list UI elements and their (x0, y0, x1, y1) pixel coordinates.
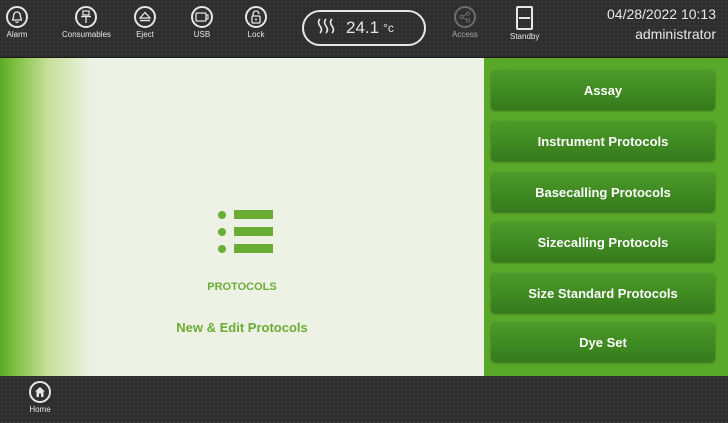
usb-icon (191, 6, 213, 28)
eject-icon (134, 6, 156, 28)
access-label: Access (452, 30, 478, 39)
temperature-value: 24.1 (346, 18, 380, 37)
consumables-icon (75, 6, 98, 28)
home-button[interactable]: Home (29, 381, 51, 414)
temperature-display[interactable]: 24.1 °c (302, 10, 426, 46)
heat-icon (316, 17, 336, 40)
temperature-unit: °c (383, 21, 394, 35)
section-title: PROTOCOLS (207, 281, 277, 293)
standby-icon (516, 6, 534, 30)
home-icon (29, 381, 51, 403)
eject-button[interactable]: Eject (134, 6, 156, 39)
usb-label: USB (193, 30, 211, 39)
lock-label: Lock (247, 30, 265, 39)
alarm-label: Alarm (6, 30, 28, 39)
dye-set-button[interactable]: Dye Set (491, 322, 715, 362)
consumables-label: Consumables (62, 30, 111, 39)
basecalling-protocols-button[interactable]: Basecalling Protocols (491, 172, 715, 212)
bottom-toolbar: Home (0, 376, 728, 423)
consumables-button[interactable]: Consumables (62, 6, 111, 39)
user-name: administrator (635, 26, 716, 42)
sizecalling-protocols-button[interactable]: Sizecalling Protocols (491, 222, 715, 262)
lock-button[interactable]: Lock (245, 6, 267, 39)
top-toolbar: Alarm Consumables Eject USB Lock 24.1 °c (0, 0, 728, 58)
access-button[interactable]: Access (452, 6, 478, 39)
protocol-menu: Assay Instrument Protocols Basecalling P… (484, 58, 728, 376)
section-subtitle: New & Edit Protocols (176, 320, 308, 335)
lock-icon (245, 6, 267, 28)
instrument-protocols-button[interactable]: Instrument Protocols (491, 121, 715, 161)
alarm-button[interactable]: Alarm (6, 6, 28, 39)
share-icon (453, 6, 476, 28)
usb-button[interactable]: USB (191, 6, 213, 39)
standby-label: Standby (510, 32, 540, 41)
list-icon (218, 206, 273, 257)
status-info: 04/28/2022 10:13 administrator (607, 6, 716, 42)
datetime: 04/28/2022 10:13 (607, 6, 716, 22)
size-standard-protocols-button[interactable]: Size Standard Protocols (491, 273, 715, 313)
home-label: Home (29, 405, 51, 414)
protocols-panel: PROTOCOLS New & Edit Protocols (0, 58, 484, 376)
assay-button[interactable]: Assay (491, 70, 715, 110)
bell-icon (6, 6, 28, 28)
eject-label: Eject (136, 30, 154, 39)
standby-button[interactable]: Standby (510, 6, 539, 41)
